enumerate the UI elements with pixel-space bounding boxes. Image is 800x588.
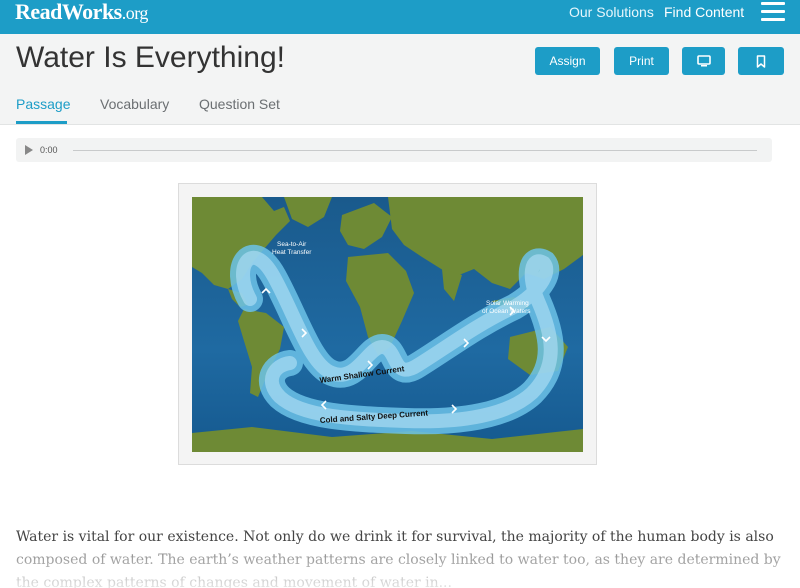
top-navigation-bar: ReadWorks.org Our Solutions Find Content (0, 0, 800, 34)
tab-question-set[interactable]: Question Set (199, 96, 280, 112)
play-icon[interactable] (25, 145, 33, 155)
active-tab-indicator (16, 121, 67, 124)
logo-suffix: .org (121, 3, 149, 23)
tab-vocabulary[interactable]: Vocabulary (100, 96, 169, 112)
nav-our-solutions[interactable]: Our Solutions (569, 4, 654, 20)
present-button[interactable] (682, 47, 725, 75)
readworks-logo[interactable]: ReadWorks.org (15, 0, 148, 25)
sea-to-air-label-1: Sea-to-Air (277, 241, 307, 248)
assign-button[interactable]: Assign (535, 47, 600, 75)
audio-progress-bar[interactable] (73, 150, 757, 151)
passage-figure: Sea-to-Air Heat Transfer Solar Warming o… (178, 183, 597, 465)
sea-to-air-label-2: Heat Transfer (272, 249, 312, 256)
solar-warming-label-1: Solar Warming (486, 300, 529, 307)
ocean-currents-map: Sea-to-Air Heat Transfer Solar Warming o… (192, 197, 583, 452)
text-fade-overlay (0, 548, 800, 588)
audio-time: 0:00 (40, 145, 58, 155)
page-title: Water Is Everything! (16, 41, 285, 74)
hamburger-menu-icon[interactable] (761, 2, 785, 22)
solar-warming-label-2: of Ocean Waters (482, 308, 531, 315)
nav-find-content[interactable]: Find Content (664, 4, 744, 20)
monitor-icon (696, 55, 711, 67)
bookmark-icon (756, 54, 766, 68)
tab-passage[interactable]: Passage (16, 96, 70, 112)
print-button[interactable]: Print (614, 47, 669, 75)
logo-main: ReadWorks (15, 0, 122, 24)
audio-player: 0:00 (16, 138, 772, 162)
passage-header: Water Is Everything! Assign Print Passag… (0, 34, 800, 125)
bookmark-button[interactable] (738, 47, 784, 75)
